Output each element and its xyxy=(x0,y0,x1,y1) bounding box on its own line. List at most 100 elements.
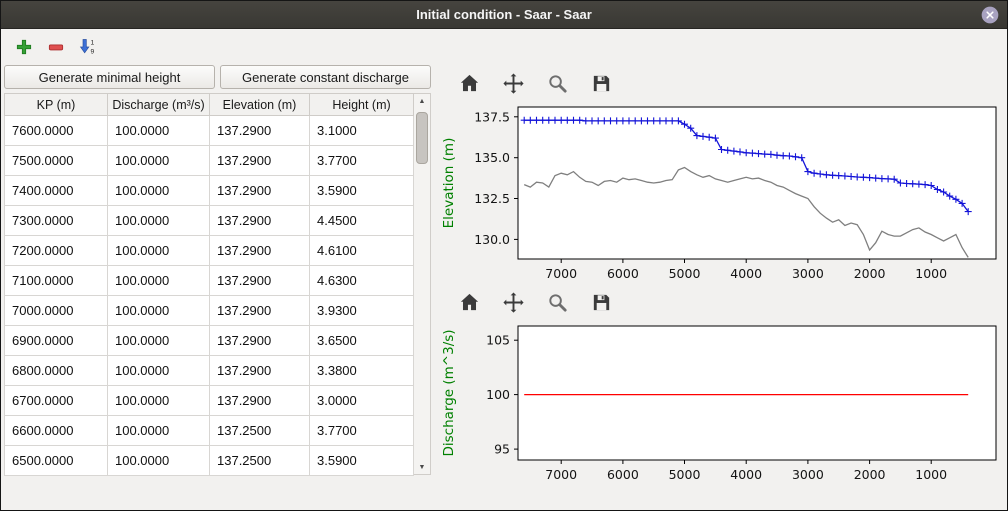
table-cell[interactable]: 3.7700 xyxy=(310,416,414,446)
svg-text:Discharge (m^3/s): Discharge (m^3/s) xyxy=(441,329,457,456)
scrollbar-track[interactable] xyxy=(414,108,430,460)
table-cell[interactable]: 100.0000 xyxy=(108,296,210,326)
titlebar[interactable]: Initial condition - Saar - Saar xyxy=(1,1,1007,29)
table-cell[interactable]: 7200.0000 xyxy=(5,236,108,266)
table-cell[interactable]: 3.9300 xyxy=(310,296,414,326)
table-cell[interactable]: 137.2900 xyxy=(210,356,310,386)
table-cell[interactable]: 137.2900 xyxy=(210,326,310,356)
column-header-elevation[interactable]: Elevation (m) xyxy=(210,94,310,116)
table-cell[interactable]: 7400.0000 xyxy=(5,176,108,206)
svg-text:7000: 7000 xyxy=(545,266,577,281)
svg-text:1: 1 xyxy=(91,40,95,47)
column-header-height[interactable]: Height (m) xyxy=(310,94,414,116)
scrollbar-thumb[interactable] xyxy=(416,112,428,164)
table-cell[interactable]: 6900.0000 xyxy=(5,326,108,356)
svg-text:5000: 5000 xyxy=(669,467,701,482)
save-icon xyxy=(590,72,613,95)
column-header-discharge[interactable]: Discharge (m³/s) xyxy=(108,94,210,116)
table-cell[interactable]: 7000.0000 xyxy=(5,296,108,326)
elevation-zoom-button[interactable] xyxy=(544,71,570,97)
table-cell[interactable]: 3.5900 xyxy=(310,446,414,476)
table-cell[interactable]: 4.6300 xyxy=(310,266,414,296)
scrollbar-down-arrow[interactable]: ▼ xyxy=(414,460,430,474)
sort-button[interactable]: 1 9 xyxy=(75,34,101,60)
table-cell[interactable]: 100.0000 xyxy=(108,236,210,266)
content-area: Generate minimal height Generate constan… xyxy=(1,65,1007,510)
table-cell[interactable]: 100.0000 xyxy=(108,386,210,416)
table-cell[interactable]: 137.2900 xyxy=(210,266,310,296)
table-row: 7400.0000100.0000137.29003.5900 xyxy=(5,176,414,206)
table-cell[interactable]: 6800.0000 xyxy=(5,356,108,386)
table-cell[interactable]: 6600.0000 xyxy=(5,416,108,446)
table-cell[interactable]: 100.0000 xyxy=(108,146,210,176)
close-icon xyxy=(980,5,1000,25)
table-cell[interactable]: 100.0000 xyxy=(108,356,210,386)
table-cell[interactable]: 137.2900 xyxy=(210,296,310,326)
table-cell[interactable]: 3.3800 xyxy=(310,356,414,386)
elevation-save-button[interactable] xyxy=(588,71,614,97)
add-row-button[interactable] xyxy=(11,34,37,60)
table-cell[interactable]: 6500.0000 xyxy=(5,446,108,476)
table-cell[interactable]: 100.0000 xyxy=(108,326,210,356)
elevation-pan-button[interactable] xyxy=(500,71,526,97)
table-cell[interactable]: 100.0000 xyxy=(108,206,210,236)
left-panel: Generate minimal height Generate constan… xyxy=(1,65,434,510)
discharge-zoom-button[interactable] xyxy=(544,290,570,316)
svg-text:6000: 6000 xyxy=(607,266,639,281)
table-row: 7100.0000100.0000137.29004.6300 xyxy=(5,266,414,296)
table-cell[interactable]: 137.2900 xyxy=(210,206,310,236)
svg-text:105: 105 xyxy=(486,333,510,348)
table-cell[interactable]: 4.4500 xyxy=(310,206,414,236)
svg-text:4000: 4000 xyxy=(730,467,762,482)
app-window: Initial condition - Saar - Saar 1 9 xyxy=(0,0,1008,511)
discharge-plot-toolbar xyxy=(438,286,1004,319)
generate-minimal-height-button[interactable]: Generate minimal height xyxy=(4,65,215,89)
table-cell[interactable]: 7100.0000 xyxy=(5,266,108,296)
svg-text:137.5: 137.5 xyxy=(474,109,510,124)
table-cell[interactable]: 137.2900 xyxy=(210,146,310,176)
table-cell[interactable]: 100.0000 xyxy=(108,176,210,206)
table-cell[interactable]: 100.0000 xyxy=(108,416,210,446)
table-cell[interactable]: 6700.0000 xyxy=(5,386,108,416)
column-header-kp[interactable]: KP (m) xyxy=(5,94,108,116)
table-cell[interactable]: 100.0000 xyxy=(108,116,210,146)
zoom-icon xyxy=(546,291,569,314)
svg-text:6000: 6000 xyxy=(607,467,639,482)
table-cell[interactable]: 3.0000 xyxy=(310,386,414,416)
table-cell[interactable]: 7500.0000 xyxy=(5,146,108,176)
table-scrollbar[interactable]: ▲ ▼ xyxy=(414,93,431,475)
elevation-home-button[interactable] xyxy=(456,71,482,97)
zoom-icon xyxy=(546,72,569,95)
initial-condition-table: KP (m) Discharge (m³/s) Elevation (m) He… xyxy=(4,93,414,476)
table-cell[interactable]: 137.2500 xyxy=(210,446,310,476)
table-header-row: KP (m) Discharge (m³/s) Elevation (m) He… xyxy=(5,94,414,116)
table-cell[interactable]: 4.6100 xyxy=(310,236,414,266)
table-cell[interactable]: 3.6500 xyxy=(310,326,414,356)
table-cell[interactable]: 137.2500 xyxy=(210,416,310,446)
table-cell[interactable]: 137.2900 xyxy=(210,176,310,206)
table-cell[interactable]: 3.5900 xyxy=(310,176,414,206)
svg-text:95: 95 xyxy=(494,442,510,457)
table-cell[interactable]: 137.2900 xyxy=(210,386,310,416)
table-cell[interactable]: 3.7700 xyxy=(310,146,414,176)
table-cell[interactable]: 7600.0000 xyxy=(5,116,108,146)
table-cell[interactable]: 137.2900 xyxy=(210,116,310,146)
table-cell[interactable]: 137.2900 xyxy=(210,236,310,266)
svg-text:3000: 3000 xyxy=(792,467,824,482)
svg-text:1000: 1000 xyxy=(915,467,947,482)
table-cell[interactable]: 100.0000 xyxy=(108,266,210,296)
remove-icon xyxy=(46,37,66,57)
generate-constant-discharge-button[interactable]: Generate constant discharge xyxy=(220,65,431,89)
remove-row-button[interactable] xyxy=(43,34,69,60)
discharge-pan-button[interactable] xyxy=(500,290,526,316)
close-button[interactable] xyxy=(980,5,1000,25)
discharge-chart: 700060005000400030002000100095100105Disc… xyxy=(438,319,1004,487)
discharge-save-button[interactable] xyxy=(588,290,614,316)
table-cell[interactable]: 100.0000 xyxy=(108,446,210,476)
table-cell[interactable]: 7300.0000 xyxy=(5,206,108,236)
discharge-home-button[interactable] xyxy=(456,290,482,316)
table-cell[interactable]: 3.1000 xyxy=(310,116,414,146)
svg-text:1000: 1000 xyxy=(915,266,947,281)
elevation-plot-toolbar xyxy=(438,67,1004,100)
scrollbar-up-arrow[interactable]: ▲ xyxy=(414,94,430,108)
